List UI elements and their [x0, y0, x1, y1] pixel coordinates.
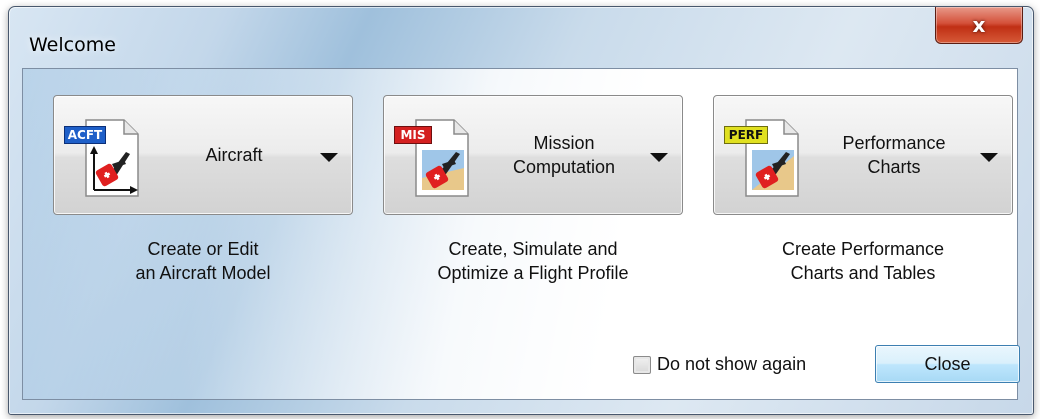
mission-button[interactable]: MIS Mission Computation [383, 95, 683, 215]
card-row: ACFT Aircraft Create or Edit an Aircraft… [23, 69, 1020, 399]
aircraft-button[interactable]: ACFT Aircraft [53, 95, 353, 215]
performance-label: Performance Charts [842, 133, 946, 177]
performance-description: Create Performance Charts and Tables [781, 239, 945, 283]
do-not-show-again[interactable]: Do not show again [633, 354, 806, 375]
aircraft-dropdown-arrow-icon[interactable] [320, 153, 338, 162]
window-title: Welcome [29, 34, 116, 56]
performance-document-icon [745, 119, 799, 197]
aircraft-document-icon [85, 119, 139, 197]
mission-dropdown-arrow-icon[interactable] [650, 153, 668, 162]
mission-document-icon [415, 119, 469, 197]
close-button[interactable]: Close [875, 345, 1020, 383]
performance-dropdown-arrow-icon[interactable] [980, 153, 998, 162]
mission-description: Create, Simulate and Optimize a Flight P… [437, 239, 629, 283]
performance-button[interactable]: PERF Performance Charts [713, 95, 1013, 215]
mission-label: Mission Computation [512, 133, 616, 177]
title-bar[interactable]: Welcome x [9, 7, 1033, 67]
window-close-button[interactable]: x [935, 7, 1023, 44]
client-area: ACFT Aircraft Create or Edit an Aircraft… [22, 68, 1020, 400]
do-not-show-again-checkbox[interactable] [633, 355, 651, 374]
welcome-window: Welcome x ACFT Aircraft Create or Edit a… [8, 6, 1034, 415]
close-icon: x [972, 13, 986, 37]
do-not-show-again-label[interactable]: Do not show again [657, 354, 806, 375]
aircraft-description: Create or Edit an Aircraft Model [135, 239, 271, 283]
aircraft-label: Aircraft [205, 145, 263, 165]
